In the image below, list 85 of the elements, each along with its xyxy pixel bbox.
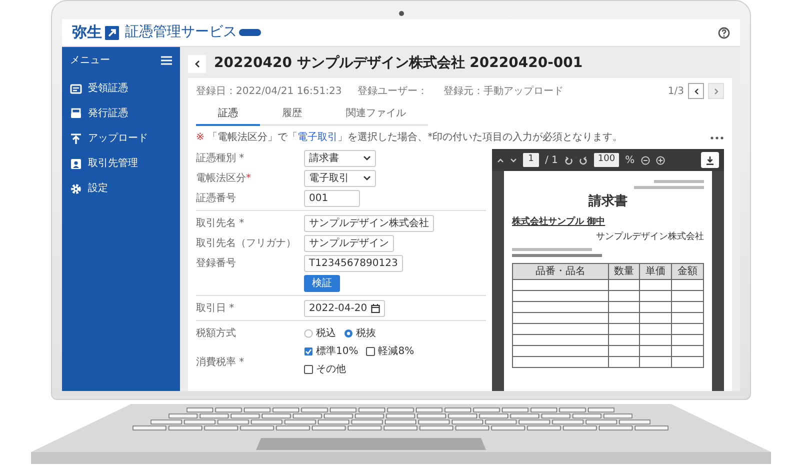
input-field[interactable]: サンプルデザイン <box>304 234 394 252</box>
menu-icon[interactable] <box>161 56 172 65</box>
issuer-name: サンプルデザイン株式会社 <box>596 231 704 244</box>
meta-text: 登録元：手動アップロード <box>444 84 564 98</box>
field-label: 取引先名 * <box>196 216 246 230</box>
chevron-down-icon[interactable] <box>510 158 517 162</box>
version-tag <box>239 29 261 36</box>
radio-button[interactable] <box>344 328 353 338</box>
webcam-lens <box>398 11 404 16</box>
checkbox[interactable] <box>304 365 313 374</box>
input-field[interactable]: 001 <box>304 190 360 206</box>
checkbox[interactable] <box>304 347 313 356</box>
tab[interactable]: 証憑 <box>196 103 260 126</box>
pager-text: 1/3 <box>668 84 684 98</box>
zoom-unit: % <box>625 154 635 168</box>
input-field[interactable]: サンプルデザイン株式会社 <box>304 214 434 232</box>
date-field[interactable]: 2022-04-20 <box>304 300 386 316</box>
select-field[interactable]: 請求書 <box>304 150 376 166</box>
verify-button[interactable]: 検証 <box>304 274 340 292</box>
receipt-icon <box>70 82 82 94</box>
chevron-up-icon[interactable] <box>497 158 504 162</box>
sidebar-item[interactable]: 受領証憑 <box>70 76 172 101</box>
chevron-left-icon <box>694 88 698 94</box>
field-label: 証憑種別 * <box>196 152 246 166</box>
chevron-down-icon <box>363 155 371 161</box>
checkbox[interactable] <box>366 347 376 356</box>
text-line-placeholder <box>654 180 704 183</box>
field-label: 消費税率 * <box>196 356 246 370</box>
recipient-name: 株式会社サンプル 御中 <box>512 216 606 228</box>
calendar-icon <box>371 304 380 312</box>
brand-name: 弥生 <box>72 22 102 44</box>
column-header: 品番・品名 <box>512 263 608 279</box>
document-title: 請求書 <box>587 193 628 211</box>
field-label: 証憑番号 <box>196 192 237 206</box>
page-count: / 1 <box>545 154 558 168</box>
zoom-out-icon[interactable] <box>640 156 650 164</box>
menu-title: メニュー <box>70 54 110 68</box>
field-label: 取引先名（フリガナ） <box>196 236 297 250</box>
tab[interactable]: 関連ファイル <box>324 103 428 126</box>
page-title: 20220420 サンプルデザイン株式会社 20220420-001 <box>214 54 583 73</box>
option-label: その他 <box>316 363 346 377</box>
field-label: 登録番号 <box>196 256 237 270</box>
meta-text: 登録ユーザー： <box>358 84 428 98</box>
previous-button[interactable] <box>688 83 704 99</box>
column-header: 金額 <box>672 263 704 279</box>
option-label: 税抜 <box>356 326 376 340</box>
chevron-down-icon <box>363 175 371 181</box>
sidebar-item[interactable]: 取引先管理 <box>70 151 172 176</box>
more-options-icon[interactable] <box>710 136 724 140</box>
back-button[interactable] <box>188 54 206 72</box>
printer-icon <box>70 108 82 120</box>
input-field[interactable]: T1234567890123 <box>304 254 403 272</box>
tab[interactable]: 履歴 <box>260 103 324 126</box>
page-number-field[interactable]: 1 <box>523 153 539 167</box>
text-line-placeholder <box>634 186 704 189</box>
download-icon <box>706 156 714 164</box>
sidebar-item[interactable]: 発行証憑 <box>70 101 172 126</box>
logo-icon <box>105 26 119 40</box>
option-label: 税込 <box>316 326 336 340</box>
field-label: 税額方式 <box>196 326 237 340</box>
zoom-field[interactable]: 100 <box>594 153 620 167</box>
rotate-icon[interactable] <box>578 156 588 164</box>
download-button[interactable] <box>701 152 719 168</box>
sidebar-item[interactable]: アップロード <box>70 126 172 151</box>
field-label: 取引日 * <box>196 302 236 316</box>
notice-text: ※ 「電帳法区分」で「電子取引」を選択した場合、*印の付いた項目の入力が必須となります。 <box>196 130 623 145</box>
sidebar-item[interactable]: 設定 <box>70 176 172 201</box>
service-title: 証憑管理サービス <box>125 23 237 42</box>
radio-button[interactable] <box>304 328 313 338</box>
upload-icon <box>70 132 82 144</box>
chevron-right-icon <box>714 88 718 94</box>
rotate-icon[interactable] <box>564 156 573 164</box>
settings-icon <box>70 182 82 194</box>
help-icon[interactable] <box>718 26 730 38</box>
contact-card-icon <box>70 158 82 170</box>
chevron-left-icon <box>194 60 200 68</box>
select-field[interactable]: 電子取引 <box>304 170 376 186</box>
column-header: 単価 <box>640 263 672 279</box>
link[interactable]: 電子取引 <box>298 132 338 143</box>
field-label: 電帳法区分* <box>196 172 252 186</box>
option-label: 軽減8% <box>378 344 414 359</box>
meta-text: 登録日：2022/04/21 16:51:23 <box>196 84 342 98</box>
option-label: 標準10% <box>316 344 358 359</box>
zoom-in-icon[interactable] <box>656 156 665 164</box>
column-header: 数量 <box>608 263 640 279</box>
